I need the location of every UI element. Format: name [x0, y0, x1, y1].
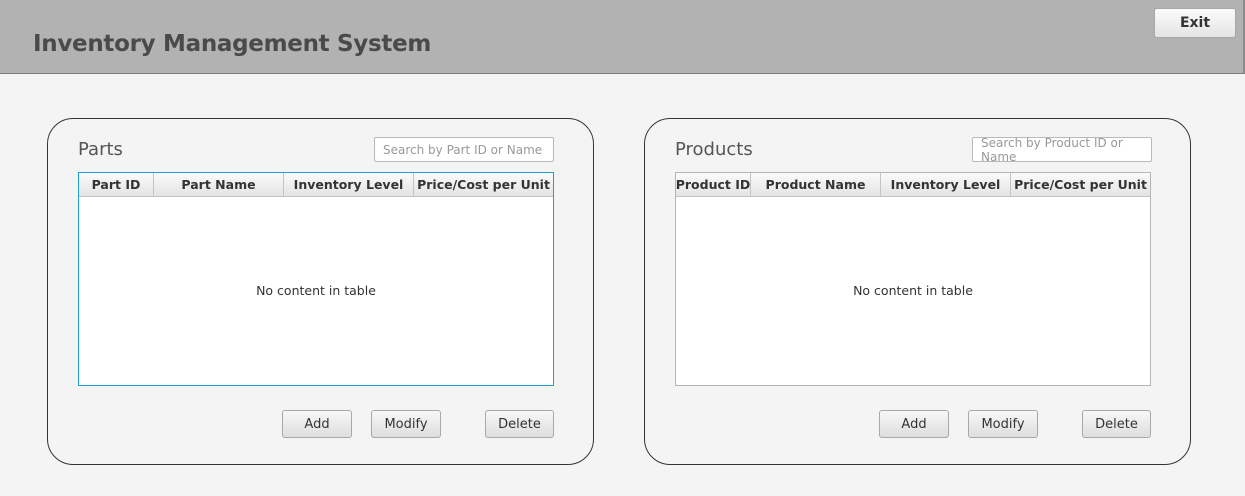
parts-title: Parts [78, 139, 123, 160]
app-title: Inventory Management System [33, 31, 432, 57]
parts-col-id[interactable]: Part ID [79, 173, 154, 196]
parts-table[interactable]: Part ID Part Name Inventory Level Price/… [78, 172, 554, 386]
parts-add-button[interactable]: Add [282, 410, 352, 438]
parts-table-header: Part ID Part Name Inventory Level Price/… [79, 173, 553, 197]
products-table-header: Product ID Product Name Inventory Level … [676, 173, 1150, 197]
parts-col-price[interactable]: Price/Cost per Unit [414, 173, 553, 196]
products-search-input[interactable]: Search by Product ID or Name [972, 136, 1152, 164]
products-col-id[interactable]: Product ID [676, 173, 751, 196]
parts-col-inventory[interactable]: Inventory Level [284, 173, 414, 196]
products-delete-button[interactable]: Delete [1082, 410, 1151, 438]
app-header: Inventory Management System Exit [0, 0, 1245, 74]
parts-panel: Parts Search by Part ID or Name Part ID … [47, 118, 594, 465]
products-add-button[interactable]: Add [879, 410, 949, 438]
products-empty-message: No content in table [853, 283, 973, 298]
products-col-name[interactable]: Product Name [751, 173, 881, 196]
products-col-inventory[interactable]: Inventory Level [881, 173, 1011, 196]
products-table[interactable]: Product ID Product Name Inventory Level … [675, 172, 1151, 386]
parts-col-name[interactable]: Part Name [154, 173, 284, 196]
products-col-price[interactable]: Price/Cost per Unit [1011, 173, 1150, 196]
parts-empty-message: No content in table [256, 283, 376, 298]
products-modify-button[interactable]: Modify [968, 410, 1038, 438]
exit-button[interactable]: Exit [1154, 8, 1236, 38]
products-title: Products [675, 139, 753, 160]
parts-delete-button[interactable]: Delete [485, 410, 554, 438]
parts-modify-button[interactable]: Modify [371, 410, 441, 438]
products-panel: Products Search by Product ID or Name Pr… [644, 118, 1191, 465]
parts-search-input[interactable]: Search by Part ID or Name [374, 137, 554, 162]
